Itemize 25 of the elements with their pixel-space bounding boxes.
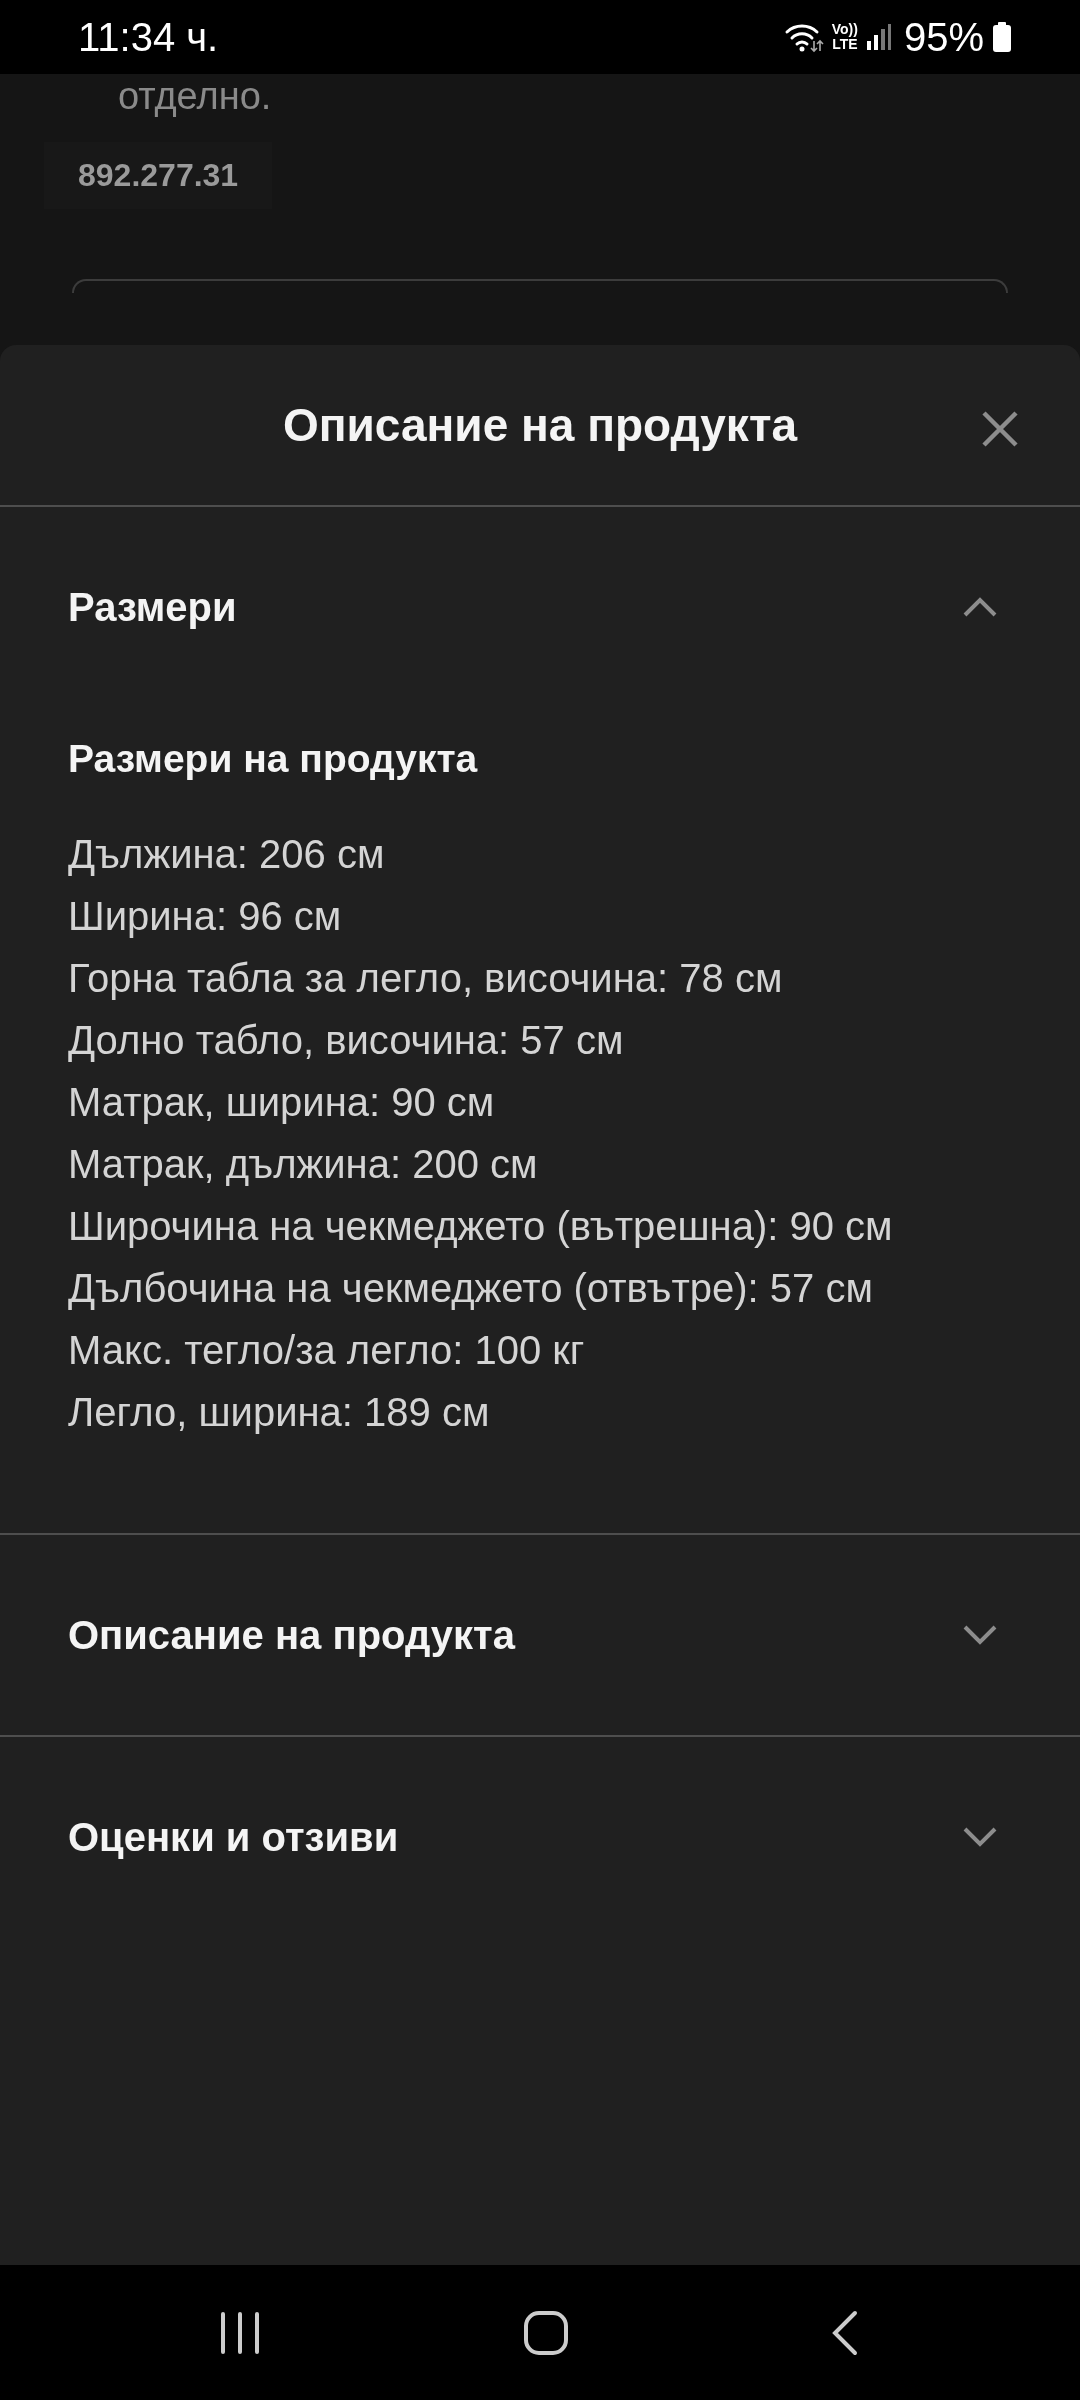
home-icon[interactable] <box>523 2309 569 2356</box>
recent-apps-icon[interactable] <box>219 2310 261 2355</box>
accordion-header[interactable]: Размери <box>0 507 1080 707</box>
battery-percent: 95% <box>903 14 984 60</box>
back-icon[interactable] <box>831 2309 859 2356</box>
dimension-text: Широчина на чекмеджето (вътрешна): 90 см <box>68 1203 894 1250</box>
dimension-text: Ширина: 96 см <box>68 893 343 940</box>
dimension-text: Легло, ширина: 189 см <box>68 1389 491 1436</box>
description-text: отделно. <box>118 74 273 118</box>
network-label: Vo)) LTE <box>831 22 858 52</box>
clock-time: 11:34 ч. <box>78 14 219 60</box>
dimension-text: Долно табло, височина: 57 см <box>68 1017 625 1064</box>
battery-icon <box>992 21 1012 53</box>
signal-icon <box>865 23 892 51</box>
dimension-text: Дълбочина на чекмеджето (отвътре): 57 см <box>68 1265 874 1312</box>
accordion-header[interactable]: Описание на продукта <box>0 1535 1080 1735</box>
subheading: Размери на продукта <box>68 737 479 781</box>
close-icon[interactable] <box>980 409 1020 449</box>
accordion-header[interactable]: Оценки и отзиви <box>0 1737 1080 1937</box>
dimension-text: Макс. тегло/за легло: 100 кг <box>68 1327 586 1374</box>
dimension-text: Дължина: 206 см <box>68 831 386 878</box>
dimension-text: Матрак, дължина: 200 см <box>68 1141 539 1188</box>
sheet-title: Описание на продукта <box>283 398 797 452</box>
dimension-text: Горна табла за легло, височина: 78 см <box>68 955 784 1002</box>
dimension-text: Матрак, ширина: 90 см <box>68 1079 496 1126</box>
